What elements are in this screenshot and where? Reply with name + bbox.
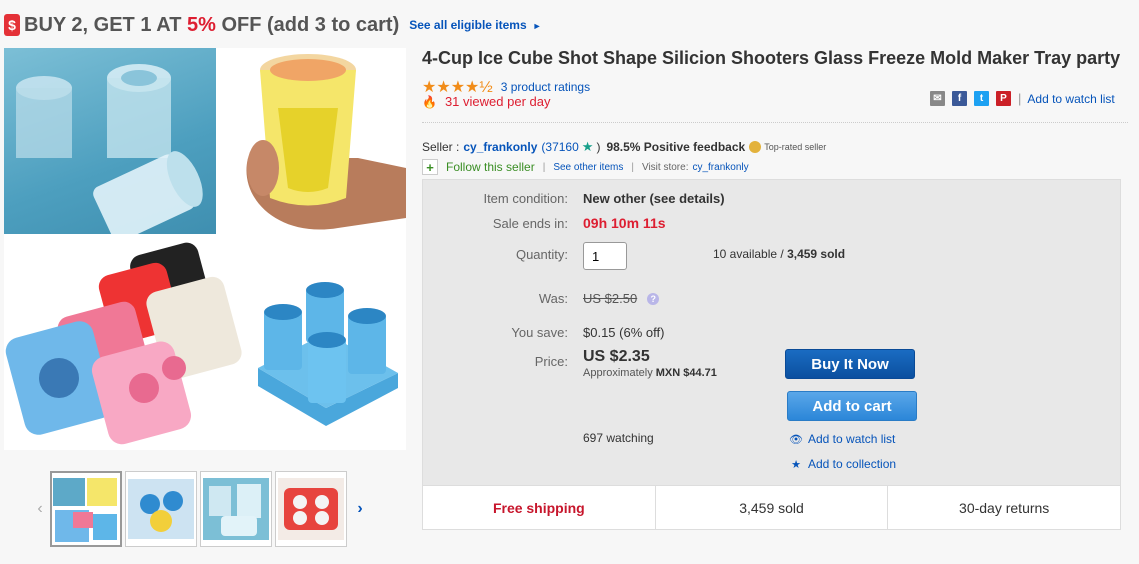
availability: 10 available / 3,459 sold (713, 247, 845, 261)
you-save-label: You save: (511, 325, 568, 340)
panel-add-to-watch-list-link[interactable]: 👁 Add to watch list (788, 432, 895, 446)
thumbnail-2[interactable] (125, 471, 197, 547)
price-label: Price: (534, 354, 568, 369)
seller-score[interactable]: (37160 (541, 140, 578, 154)
feedback-star-icon: ★ (581, 139, 594, 154)
promo-text-after: OFF (add 3 to cart) (215, 13, 400, 36)
thumbnail-2-image (128, 479, 194, 539)
viewed-per-day-text: 31 viewed per day (444, 94, 551, 109)
photo-ice-shots (4, 48, 216, 234)
hand-shot-illustration (246, 54, 406, 230)
was-price-value: US $2.50 (583, 291, 638, 306)
store-link[interactable]: cy_frankonly (692, 162, 748, 173)
sale-countdown: 09h 10m 11s (583, 215, 666, 231)
flame-icon: 🔥 (422, 94, 437, 109)
viewed-per-day: 🔥 31 viewed per day (422, 94, 550, 109)
thumbnail-1[interactable] (50, 471, 122, 547)
sold-total: 3,459 sold (656, 486, 889, 529)
approx-label: Approximately (583, 367, 656, 379)
top-rated-seller-label: Top-rated seller (764, 142, 827, 152)
available-count: 10 available / (713, 247, 788, 261)
sold-count[interactable]: 3,459 sold (787, 247, 845, 261)
you-save-value: $0.15 (6% off) (583, 325, 665, 340)
add-to-collection-link[interactable]: ★ Add to collection (788, 457, 896, 471)
quantity-label: Quantity: (515, 247, 568, 262)
share-bar: ✉ f t P | Add to watch list (930, 91, 1115, 106)
seller-name-link[interactable]: cy_frankonly (463, 140, 537, 154)
thumbnail-next-arrow-icon[interactable]: › (350, 500, 370, 518)
photo-blue-tray (248, 278, 404, 428)
follow-seller-link[interactable]: Follow this seller (446, 160, 535, 174)
play-arrow-icon: ► (532, 21, 542, 31)
facebook-icon[interactable]: f (952, 91, 967, 106)
blue-tray-illustration (258, 282, 398, 426)
product-image-gallery[interactable] (4, 48, 406, 450)
seller-actions: + Follow this seller | See other items |… (422, 159, 749, 175)
positive-feedback: 98.5% Positive feedback (606, 140, 746, 154)
quantity-input[interactable] (583, 242, 627, 270)
sale-ends-label: Sale ends in: (492, 216, 568, 231)
see-eligible-items-label: See all eligible items (409, 18, 527, 32)
pinterest-icon[interactable]: P (996, 91, 1011, 106)
help-icon[interactable]: ? (647, 293, 660, 305)
see-eligible-items-link[interactable]: See all eligible items ► (409, 18, 541, 32)
twitter-icon[interactable]: t (974, 91, 989, 106)
buy-it-now-button[interactable]: Buy It Now (785, 349, 915, 379)
top-rated-medal-icon (749, 141, 762, 153)
share-separator: | (1018, 91, 1022, 106)
email-icon[interactable]: ✉ (930, 91, 945, 106)
eye-icon: 👁 (789, 433, 803, 446)
star-icon: ★ (791, 458, 801, 471)
thumbnail-4[interactable] (275, 471, 347, 547)
price-value: US $2.35 (583, 348, 650, 365)
plus-icon[interactable]: + (422, 159, 438, 175)
thumbnail-strip: ‹ › (30, 470, 380, 548)
was-price: US $2.50? (583, 291, 660, 306)
thumbnail-3[interactable] (200, 471, 272, 547)
seller-info: Seller : cy_frankonly (37160 ★ ) 98.5% P… (422, 139, 826, 155)
panel-footer: Free shipping 3,459 sold 30-day returns (423, 485, 1120, 529)
item-title: 4-Cup Ice Cube Shot Shape Silicion Shoot… (422, 48, 1121, 68)
separator: | (542, 161, 546, 173)
add-to-watch-list-link[interactable]: Add to watch list (1027, 92, 1114, 106)
collection-label: Add to collection (808, 457, 897, 471)
free-shipping: Free shipping (423, 486, 656, 529)
thumbnail-4-image (278, 478, 344, 540)
see-other-items-link[interactable]: See other items (553, 162, 623, 173)
photo-colored-molds (4, 238, 244, 450)
returns-policy: 30-day returns (959, 499, 1050, 516)
promo-text-before: BUY 2, GET 1 AT (24, 13, 187, 36)
thumbnail-1-image (53, 478, 117, 542)
seller-label: Seller : (422, 140, 460, 154)
thumbnail-3-image (203, 478, 269, 540)
ice-shots-illustration (16, 64, 203, 234)
watching-count: 697 watching (583, 431, 654, 445)
colored-molds-illustration (5, 242, 242, 445)
promo-banner: $ BUY 2, GET 1 AT 5% OFF (add 3 to cart)… (4, 12, 542, 38)
separator: | (631, 161, 634, 173)
thumbnail-prev-arrow-icon[interactable]: ‹ (30, 500, 50, 518)
promo-percent: 5% (187, 13, 216, 36)
add-to-cart-button[interactable]: Add to cart (787, 391, 917, 421)
item-condition-value[interactable]: New other (see details) (583, 191, 725, 206)
photo-hand-shot (218, 48, 406, 234)
approx-value: MXN $44.71 (655, 367, 717, 379)
visit-store-label: Visit store: (641, 161, 689, 173)
item-condition-label: Item condition: (483, 191, 568, 206)
panel-watch-label: Add to watch list (808, 432, 896, 446)
sale-tag-icon: $ (4, 14, 20, 36)
was-label: Was: (538, 291, 568, 306)
promo-text: BUY 2, GET 1 AT 5% OFF (add 3 to cart) (24, 14, 399, 37)
purchase-panel: Item condition: New other (see details) … (422, 179, 1121, 530)
product-ratings-link[interactable]: 3 product ratings (501, 80, 590, 94)
divider (422, 122, 1128, 123)
seller-score-close: ) (596, 140, 601, 154)
approx-price: Approximately MXN $44.71 (583, 367, 717, 379)
